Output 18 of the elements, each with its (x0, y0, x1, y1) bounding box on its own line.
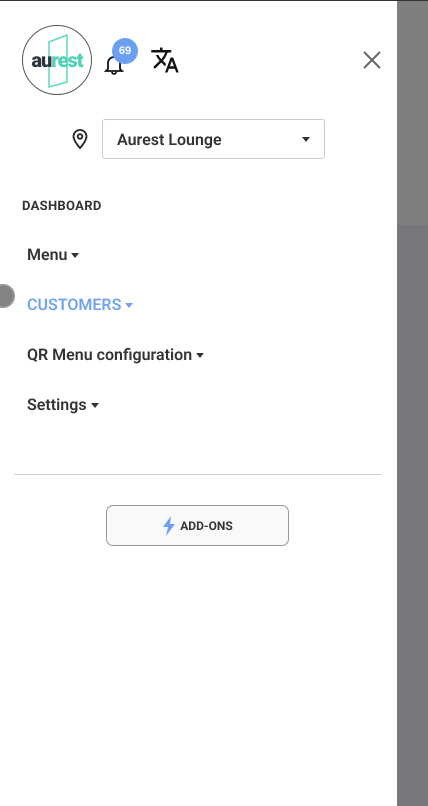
notification-badge: 69 (112, 38, 138, 64)
lightning-icon (162, 516, 176, 536)
caret-icon (125, 302, 134, 308)
location-pin-icon (72, 129, 88, 149)
translate-icon (150, 45, 180, 75)
close-icon (361, 49, 383, 71)
nav-item[interactable]: QR Menu configuration (27, 344, 204, 366)
caret-icon (71, 252, 80, 258)
translate-button[interactable] (150, 45, 180, 75)
section-title: DASHBOARD (22, 199, 103, 214)
caret-icon (196, 352, 204, 358)
caret-icon (302, 136, 310, 142)
addons-button[interactable]: ADD-ONS (106, 505, 289, 546)
caret-icon (90, 402, 99, 408)
location-select[interactable]: Aurest Lounge (102, 119, 325, 159)
nav-item[interactable]: Menu (27, 244, 80, 266)
nav-item[interactable]: Settings (27, 394, 99, 416)
close-button[interactable] (361, 49, 383, 71)
